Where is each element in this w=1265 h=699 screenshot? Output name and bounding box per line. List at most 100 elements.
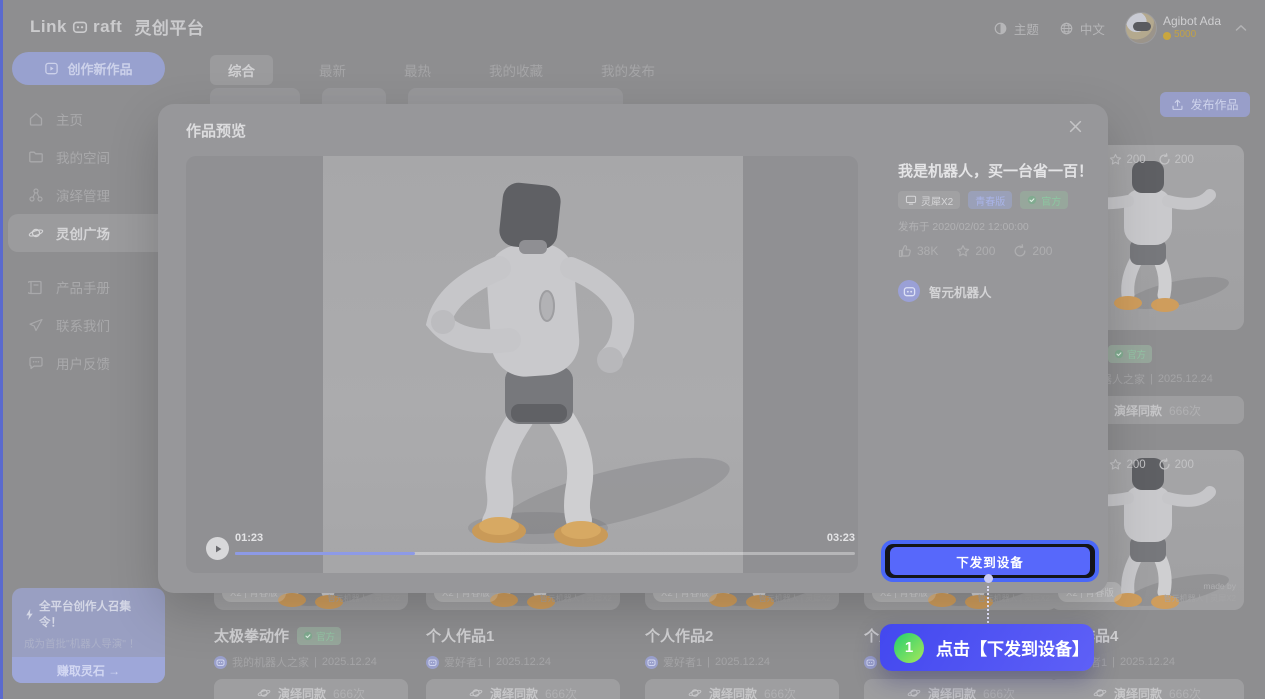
user-menu[interactable]: Agibot Ada 5000 [1125, 12, 1247, 44]
official-tag: 官方 [1020, 191, 1068, 209]
tour-step-text: 点击【下发到设备】 [936, 635, 1089, 660]
earn-gems-button[interactable]: 赚取灵石 → [12, 657, 165, 683]
sort-tabs: 综合 最新 最热 我的收藏 我的发布 [210, 55, 667, 85]
book-icon [28, 279, 44, 295]
remix-button[interactable]: 演绎同款 666次 [426, 679, 620, 699]
author-avatar-icon [214, 656, 227, 669]
video-frame [323, 156, 743, 573]
promo-subtitle: 成为首批"机器人导演" ！ [24, 636, 153, 651]
remix-icon [469, 686, 483, 699]
language-label: 中文 [1080, 19, 1105, 38]
thumb-share-icon [1158, 153, 1171, 166]
author-row[interactable]: 智元机器人 [898, 280, 1108, 302]
sidebar-nav: 主页 我的空间 演绎管理 灵创广场 产品手册 联系我们 用户反馈 [8, 100, 168, 382]
like-icon[interactable] [898, 244, 912, 258]
sidebar-item-product-manual[interactable]: 产品手册 [8, 268, 168, 306]
planet-icon [28, 225, 44, 241]
logo-text-suffix: raft [93, 17, 122, 37]
remix-icon [257, 686, 271, 699]
official-badge: 官方 [1108, 345, 1152, 363]
user-avatar [1125, 12, 1157, 44]
video-player: 01:23 03:23 [186, 156, 858, 573]
feedback-chat-icon [28, 355, 44, 371]
user-name: Agibot Ada [1163, 14, 1221, 29]
tab-hottest[interactable]: 最热 [392, 55, 443, 85]
remix-button[interactable]: 演绎同款 666次 [864, 679, 1058, 699]
thumb-star-icon [1109, 458, 1122, 471]
user-coins: 5000 [1163, 29, 1221, 42]
work-meta: 爱好者1 | 2025.12.24 [645, 654, 839, 670]
theme-icon [993, 21, 1008, 36]
official-badge: 官方 [297, 627, 341, 645]
lightning-icon [24, 608, 35, 621]
sidebar-item-my-space[interactable]: 我的空间 [8, 138, 168, 176]
sidebar-item-contact-us[interactable]: 联系我们 [8, 306, 168, 344]
thumb-share-icon [1158, 458, 1171, 471]
create-icon [44, 61, 59, 76]
paper-plane-icon [28, 317, 44, 333]
upload-icon [1171, 98, 1184, 111]
progress-fill [235, 552, 415, 555]
remix-button[interactable]: 演绎同款 666次 [645, 679, 839, 699]
author-avatar-icon [645, 656, 658, 669]
remix-icon [907, 686, 921, 699]
work-title-row: 太极拳动作 官方 [214, 625, 408, 646]
globe-icon [1059, 21, 1074, 36]
app-logo: Linkraft 灵创平台 [30, 14, 204, 39]
app-root: Linkraft 灵创平台 主题 中文 Agibot Ada 5000 创作新作… [0, 0, 1265, 699]
sidebar-item-home[interactable]: 主页 [8, 100, 168, 138]
promo-title: 全平台创作人召集令！ [24, 598, 153, 630]
share-icon[interactable] [1013, 244, 1027, 258]
header-right: 主题 中文 Agibot Ada 5000 [993, 0, 1247, 56]
work-details-panel: 我是机器人，买一台省一百！ 灵犀X2 青春版 官方 发布于 2020/02/02… [898, 160, 1108, 302]
work-meta: 我的机器人之家 | 2025.12.24 [214, 654, 408, 670]
work-title-row: 个人作品2 [645, 625, 839, 646]
play-button[interactable] [206, 537, 229, 560]
work-title-row: 个人作品1 [426, 625, 620, 646]
thumb-star-icon [1109, 153, 1122, 166]
coin-icon [1163, 32, 1171, 40]
logo-face-icon [72, 19, 88, 35]
work-tags: 灵犀X2 青春版 官方 [898, 191, 1108, 209]
theme-toggle[interactable]: 主题 [993, 19, 1039, 38]
chevron-up-icon [1235, 24, 1247, 32]
deploy-to-device-button[interactable]: 下发到设备 [890, 547, 1090, 575]
edition-tag: 青春版 [968, 191, 1012, 209]
progress-bar[interactable] [235, 552, 855, 555]
work-title: 我是机器人，买一台省一百！ [898, 160, 1108, 181]
close-icon[interactable] [1069, 120, 1082, 133]
publish-work-button[interactable]: 发布作品 [1160, 92, 1250, 117]
remix-button[interactable]: 演绎同款 666次 [1050, 679, 1244, 699]
tour-connector-dot [984, 574, 993, 583]
nodes-icon [28, 187, 44, 203]
author-avatar-icon [864, 656, 877, 669]
tab-my-posts[interactable]: 我的发布 [589, 55, 667, 85]
theme-label: 主题 [1014, 19, 1039, 38]
work-preview-modal: 作品预览 01:23 03:23 我是机器人，买一台省一百！ 灵犀X2 青春版 [158, 104, 1108, 593]
tour-connector-line [987, 586, 989, 626]
remix-icon [1093, 686, 1107, 699]
tour-step-badge: 1 [894, 633, 924, 663]
language-switcher[interactable]: 中文 [1059, 19, 1105, 38]
star-icon[interactable] [956, 244, 970, 258]
author-name: 智元机器人 [929, 282, 992, 301]
sidebar-item-creative-plaza[interactable]: 灵创广场 [8, 214, 168, 252]
device-tag: 灵犀X2 [898, 191, 960, 209]
nav-divider [8, 252, 168, 268]
left-accent-strip [0, 0, 3, 699]
tab-comprehensive[interactable]: 综合 [210, 55, 273, 85]
remix-button[interactable]: 演绎同款 666次 [214, 679, 408, 699]
work-stats: 38K 200 200 [898, 244, 1108, 258]
device-icon [905, 195, 917, 205]
folder-icon [28, 149, 44, 165]
create-work-button[interactable]: 创作新作品 [12, 52, 165, 85]
tab-my-favorites[interactable]: 我的收藏 [477, 55, 555, 85]
author-avatar-icon [426, 656, 439, 669]
tab-newest[interactable]: 最新 [307, 55, 358, 85]
check-circle-icon [1114, 349, 1124, 359]
sidebar-item-performance-mgmt[interactable]: 演绎管理 [8, 176, 168, 214]
tour-tooltip: 1 点击【下发到设备】 [880, 624, 1094, 671]
sidebar-item-user-feedback[interactable]: 用户反馈 [8, 344, 168, 382]
check-circle-icon [303, 631, 313, 641]
total-time: 03:23 [827, 532, 855, 544]
